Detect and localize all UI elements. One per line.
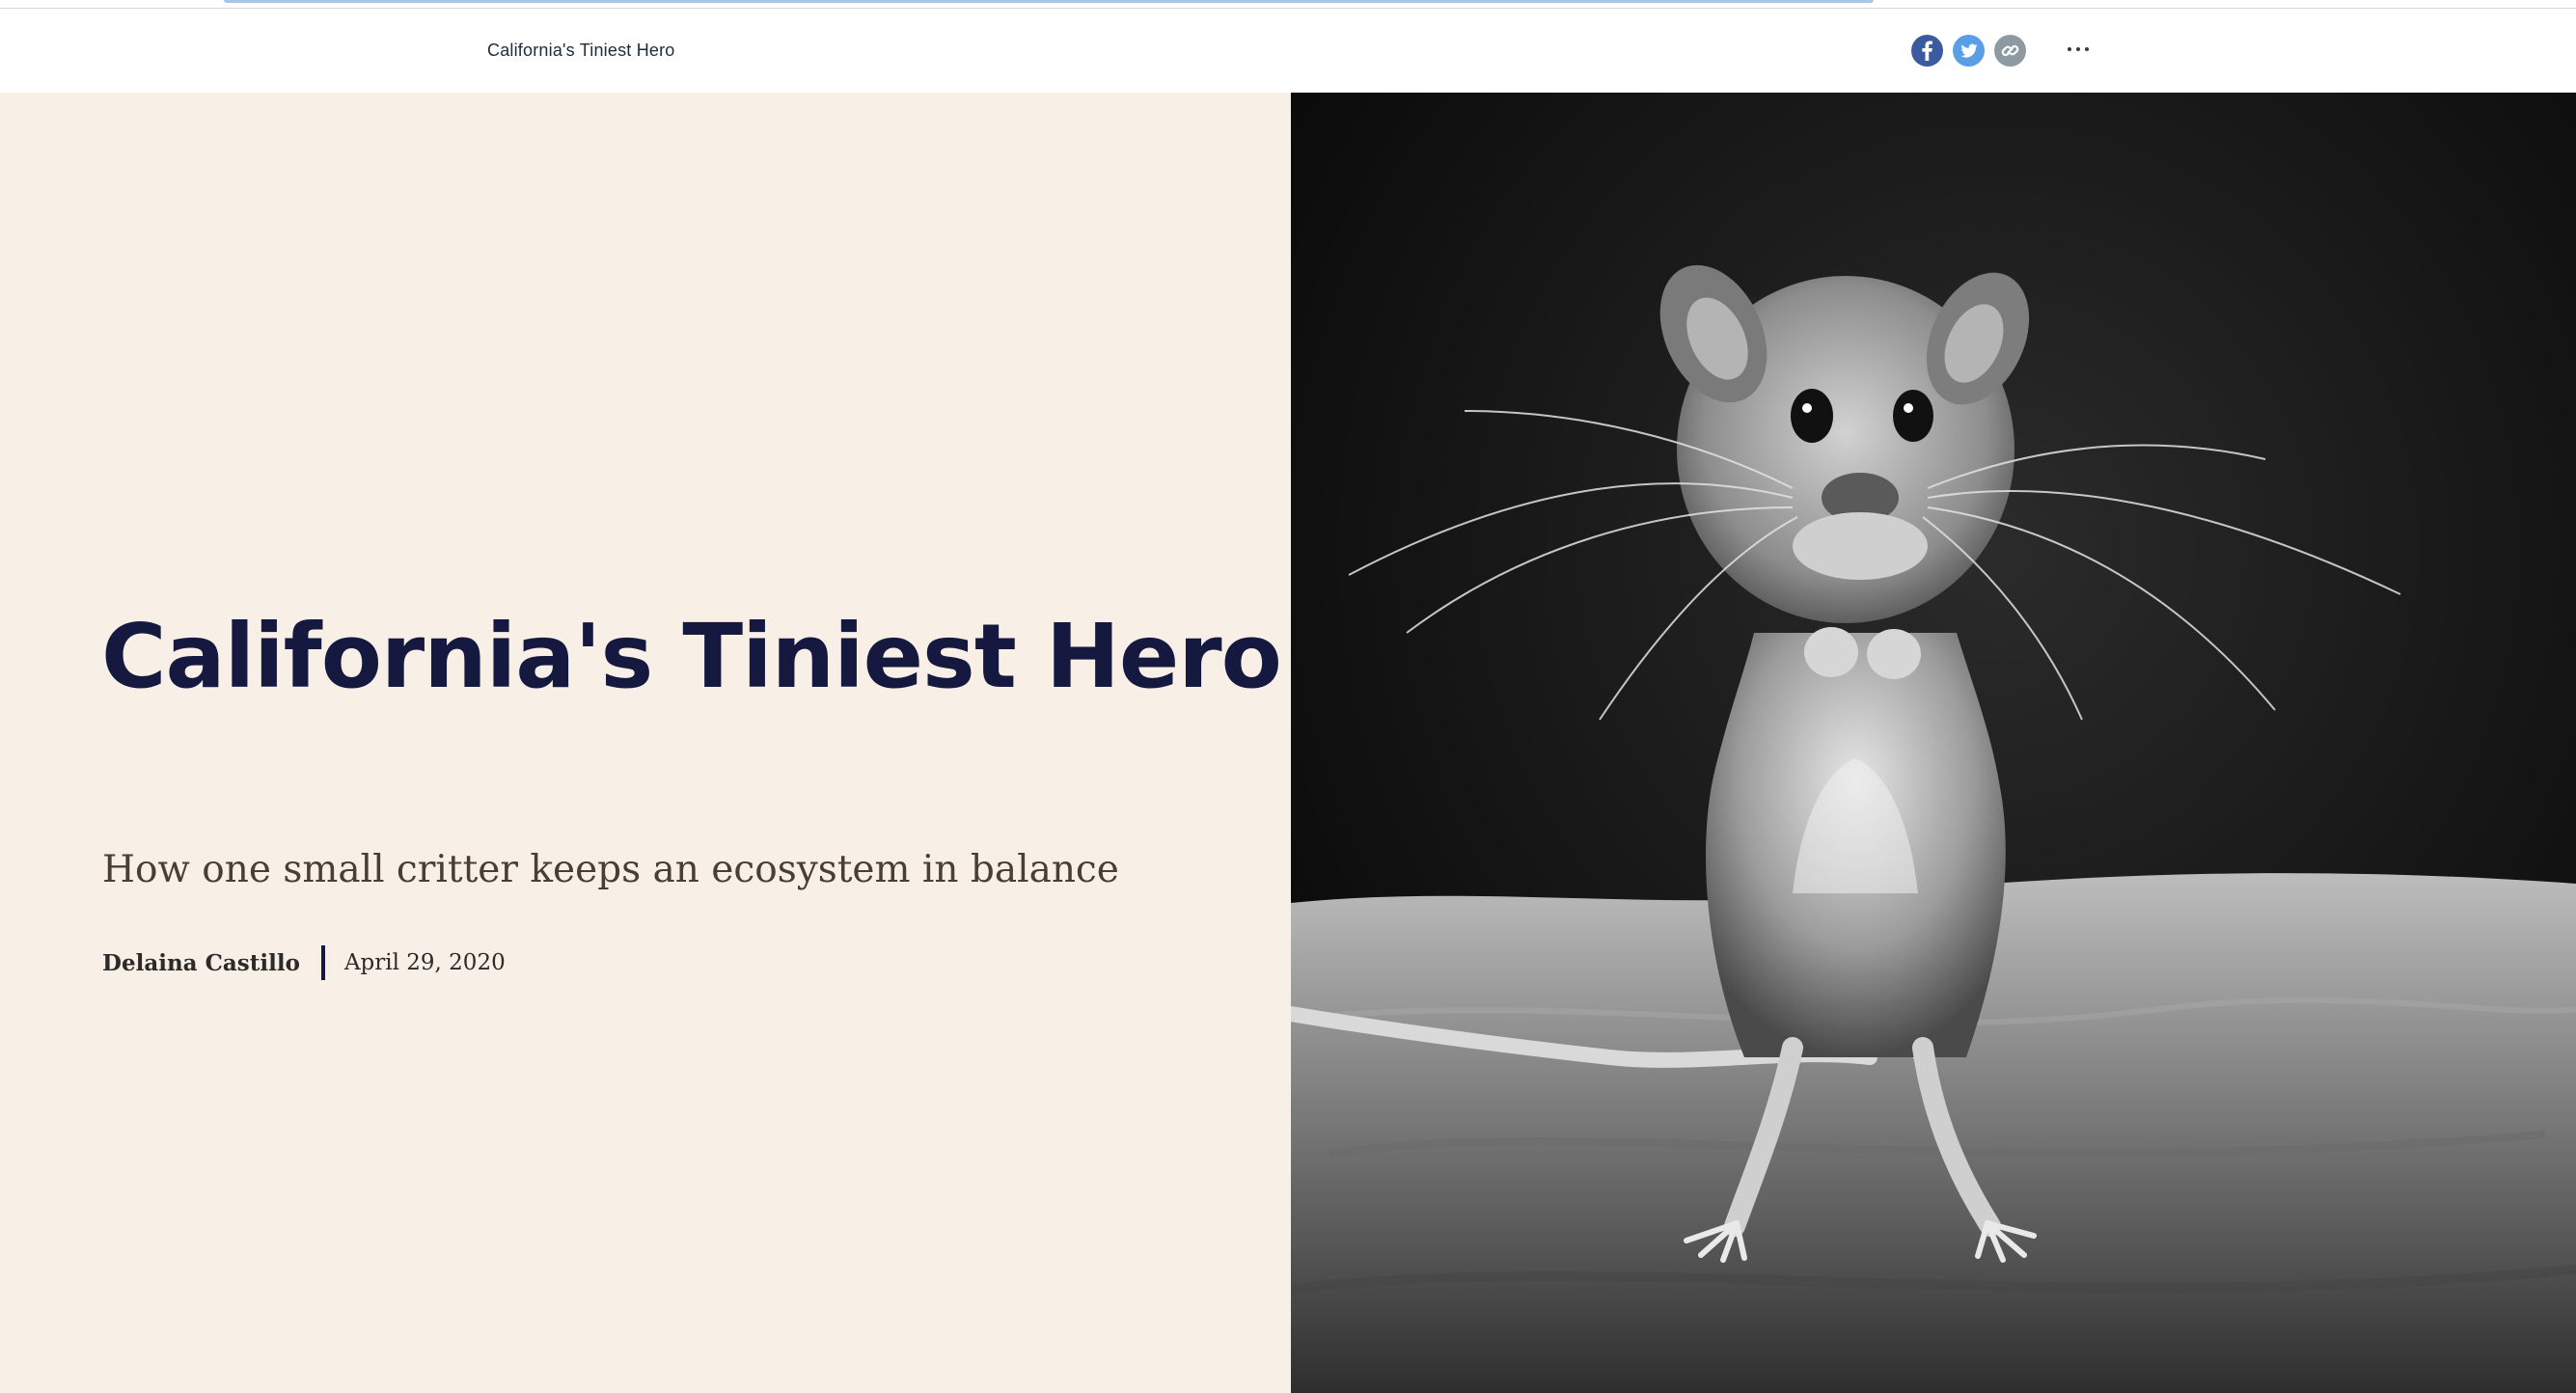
twitter-icon bbox=[1960, 43, 1978, 58]
more-options-icon bbox=[2068, 47, 2071, 51]
link-icon bbox=[2001, 44, 2019, 57]
loading-progress-bar bbox=[224, 0, 1874, 3]
twitter-share-button[interactable] bbox=[1953, 35, 1985, 67]
more-options-icon-dot bbox=[2085, 47, 2089, 51]
byline-divider bbox=[320, 945, 325, 980]
cover-text-panel: California's Tiniest Hero How one small … bbox=[0, 93, 1291, 1393]
story-title: California's Tiniest Hero bbox=[101, 605, 1282, 708]
byline: Delaina Castillo April 29, 2020 bbox=[102, 945, 506, 980]
publish-date: April 29, 2020 bbox=[343, 950, 506, 975]
header-story-title[interactable]: California's Tiniest Hero bbox=[487, 41, 675, 61]
more-options-button[interactable] bbox=[2061, 35, 2096, 64]
browser-top-bar bbox=[0, 0, 2576, 9]
kangaroo-rat-photo bbox=[1291, 93, 2576, 1393]
story-cover: California's Tiniest Hero How one small … bbox=[0, 93, 2576, 1393]
copy-link-button[interactable] bbox=[1994, 35, 2026, 67]
facebook-icon bbox=[1922, 41, 1932, 61]
story-header: California's Tiniest Hero bbox=[0, 10, 2576, 93]
facebook-share-button[interactable] bbox=[1911, 35, 1943, 67]
more-options-icon-dot bbox=[2076, 47, 2080, 51]
story-subtitle: How one small critter keeps an ecosystem… bbox=[102, 848, 1119, 891]
cover-image bbox=[1291, 93, 2576, 1393]
author-name: Delaina Castillo bbox=[102, 949, 300, 976]
